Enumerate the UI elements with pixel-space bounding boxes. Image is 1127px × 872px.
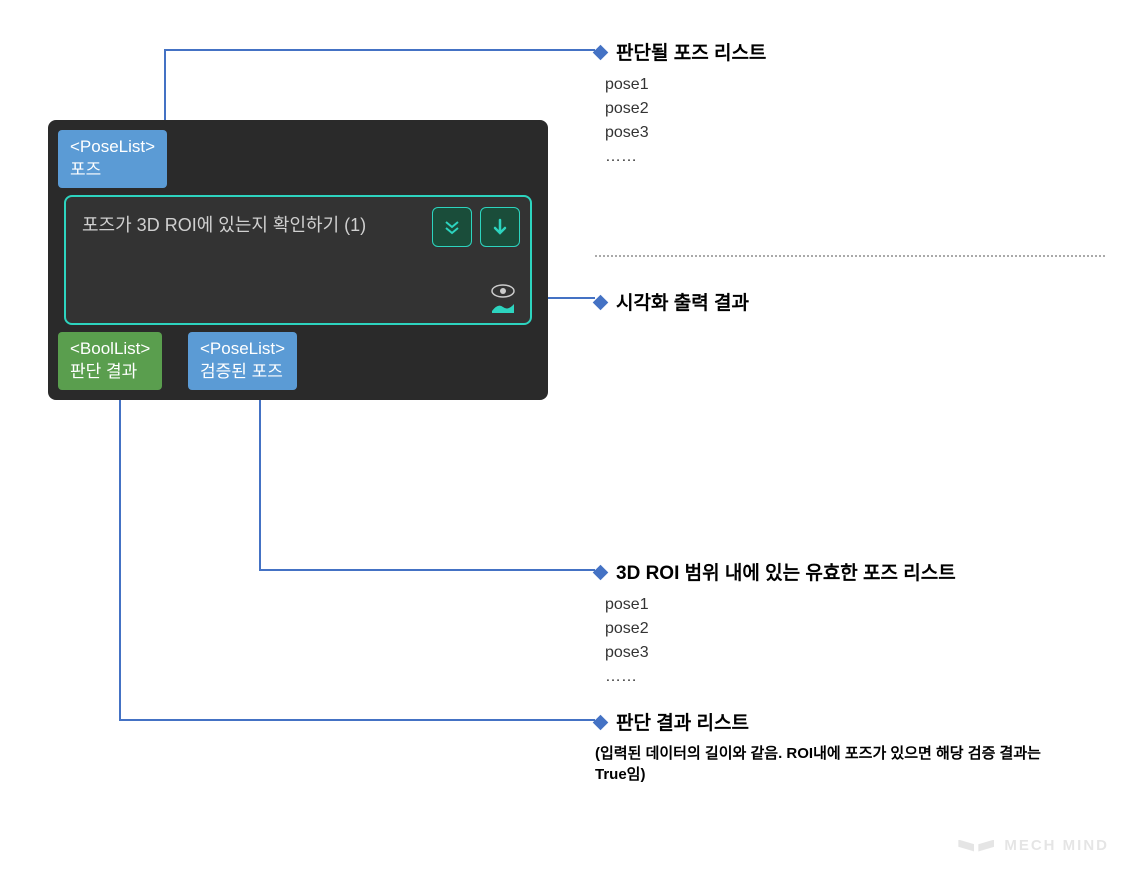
list-item: pose1 <box>605 73 766 97</box>
annotation-valid-poses: 3D ROI 범위 내에 있는 유효한 포즈 리스트 pose1 pose2 p… <box>595 558 956 689</box>
node-title: 포즈가 3D ROI에 있는지 확인하기 (1) <box>82 211 366 237</box>
output-port-pose[interactable]: <PoseList> 검증된 포즈 <box>188 332 297 390</box>
diamond-icon <box>593 715 609 731</box>
annotation-visualize-title: 시각화 출력 결과 <box>616 293 749 314</box>
expand-down-icon[interactable] <box>432 207 472 247</box>
diamond-icon <box>593 565 609 581</box>
list-item: …… <box>605 665 956 689</box>
annotation-result-title: 판단 결과 리스트 <box>616 713 749 734</box>
annotation-visualize: 시각화 출력 결과 <box>595 288 749 323</box>
arrow-down-icon[interactable] <box>480 207 520 247</box>
list-item: pose3 <box>605 641 956 665</box>
output-port-bool-type: <BoolList> <box>70 338 150 361</box>
diamond-icon <box>593 45 609 61</box>
output-port-bool[interactable]: <BoolList> 판단 결과 <box>58 332 162 390</box>
annotation-valid-poses-title: 3D ROI 범위 내에 있는 유효한 포즈 리스트 <box>616 563 956 584</box>
dotted-divider <box>595 255 1105 257</box>
output-port-pose-label: 검증된 포즈 <box>200 361 285 384</box>
list-item: pose2 <box>605 97 766 121</box>
diamond-icon <box>593 295 609 311</box>
input-port-label: 포즈 <box>70 159 155 182</box>
annotation-input-title: 판단될 포즈 리스트 <box>616 43 766 64</box>
list-item: …… <box>605 145 766 169</box>
watermark: MECH MIND <box>958 837 1109 854</box>
output-port-bool-label: 판단 결과 <box>70 361 150 384</box>
input-port-type: <PoseList> <box>70 136 155 159</box>
list-item: pose2 <box>605 617 956 641</box>
input-port[interactable]: <PoseList> 포즈 <box>58 130 167 188</box>
output-port-pose-type: <PoseList> <box>200 338 285 361</box>
annotation-result: 판단 결과 리스트 (입력된 데이터의 길이와 같음. ROI내에 포즈가 있으… <box>595 708 1065 785</box>
list-item: pose1 <box>605 593 956 617</box>
annotation-input: 판단될 포즈 리스트 pose1 pose2 pose3 …… <box>595 38 766 169</box>
list-item: pose3 <box>605 121 766 145</box>
node-body[interactable]: 포즈가 3D ROI에 있는지 확인하기 (1) <box>64 195 532 325</box>
visualize-icon[interactable] <box>490 283 516 313</box>
annotation-result-subtitle: (입력된 데이터의 길이와 같음. ROI내에 포즈가 있으면 해당 검증 결과… <box>595 743 1065 785</box>
watermark-logo-icon <box>958 840 994 852</box>
watermark-text: MECH MIND <box>1004 837 1109 854</box>
node-block: <PoseList> 포즈 포즈가 3D ROI에 있는지 확인하기 (1) <box>48 120 548 400</box>
